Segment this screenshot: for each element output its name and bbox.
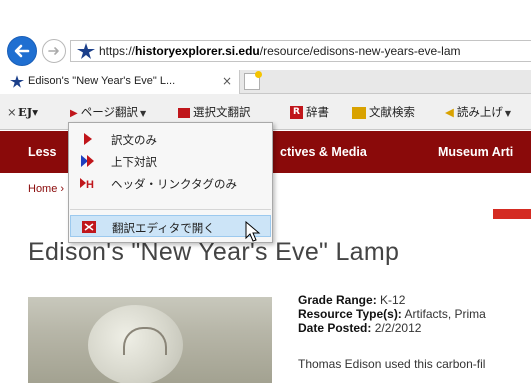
breadcrumb[interactable]: Home › <box>28 183 64 195</box>
tab-close-icon[interactable]: × <box>222 74 232 88</box>
url-field[interactable]: https://historyexplorer.si.edu/resource/… <box>70 40 531 62</box>
literature-search-icon <box>352 106 366 119</box>
header-link-icon: H <box>80 178 94 190</box>
filament-shape <box>123 327 167 355</box>
tab-favicon-icon <box>10 75 24 88</box>
tab-title: Edison's "New Year's Eve" L... <box>28 75 176 87</box>
editor-icon <box>82 221 96 233</box>
tab-bar: Edison's "New Year's Eve" L... × <box>0 70 531 94</box>
site-favicon-icon <box>77 43 95 59</box>
date-posted: Date Posted: 2/2/2012 <box>298 321 422 335</box>
forward-arrow-icon <box>48 47 59 55</box>
description-text: Thomas Edison used this carbon-fil <box>298 357 486 371</box>
menu-separator <box>70 209 271 210</box>
tab-active[interactable]: Edison's "New Year's Eve" L... × <box>0 70 240 94</box>
double-arrow-icon <box>81 155 94 167</box>
selection-translate-icon <box>178 107 190 118</box>
new-tab-button[interactable] <box>244 71 262 90</box>
grade-range: Grade Range: K-12 <box>298 293 406 307</box>
svg-text:H: H <box>86 179 94 190</box>
ej-direction-dropdown[interactable]: EJ▾ <box>18 94 38 130</box>
decorative-red-bar <box>493 209 531 219</box>
toolbar-close-icon[interactable]: × <box>7 94 17 130</box>
page-translate-menu: 訳文のみ 上下対訳 H ヘッダ・リンクタグのみ 翻訳エディタで開く <box>68 122 273 243</box>
address-bar-row: https://historyexplorer.si.edu/resource/… <box>0 0 531 68</box>
resource-type: Resource Type(s): Artifacts, Prima <box>298 307 486 321</box>
single-arrow-icon <box>84 133 92 145</box>
nav-item-lessons[interactable]: Less <box>28 145 57 159</box>
back-button[interactable] <box>7 36 37 66</box>
dictionary-icon: R <box>290 106 303 119</box>
menu-item-parallel[interactable]: 上下対訳 <box>70 150 271 172</box>
forward-button[interactable] <box>42 39 66 63</box>
nav-item-museum-artifacts[interactable]: Museum Arti <box>438 145 513 159</box>
menu-item-open-editor[interactable]: 翻訳エディタで開く <box>70 215 271 237</box>
speaker-icon: ◀ <box>445 105 454 119</box>
lamp-photo <box>28 297 272 383</box>
back-arrow-icon <box>14 44 30 58</box>
menu-item-translation-only[interactable]: 訳文のみ <box>70 128 271 150</box>
page-translate-icon: ▶ <box>70 108 78 119</box>
mouse-pointer-icon <box>245 221 261 242</box>
literature-search-button[interactable]: 文献検索 <box>352 94 415 130</box>
url-text: https://historyexplorer.si.edu/resource/… <box>99 44 461 58</box>
nav-item-perspectives-media[interactable]: ctives & Media <box>280 145 367 159</box>
chevron-down-icon: ▼ <box>504 109 512 118</box>
dictionary-button[interactable]: R 辞書 <box>290 94 329 130</box>
read-aloud-button[interactable]: ◀ 読み上げ ▼ <box>445 94 511 130</box>
chevron-down-icon: ▼ <box>139 109 147 118</box>
menu-item-header-link-only[interactable]: H ヘッダ・リンクタグのみ <box>70 172 271 194</box>
